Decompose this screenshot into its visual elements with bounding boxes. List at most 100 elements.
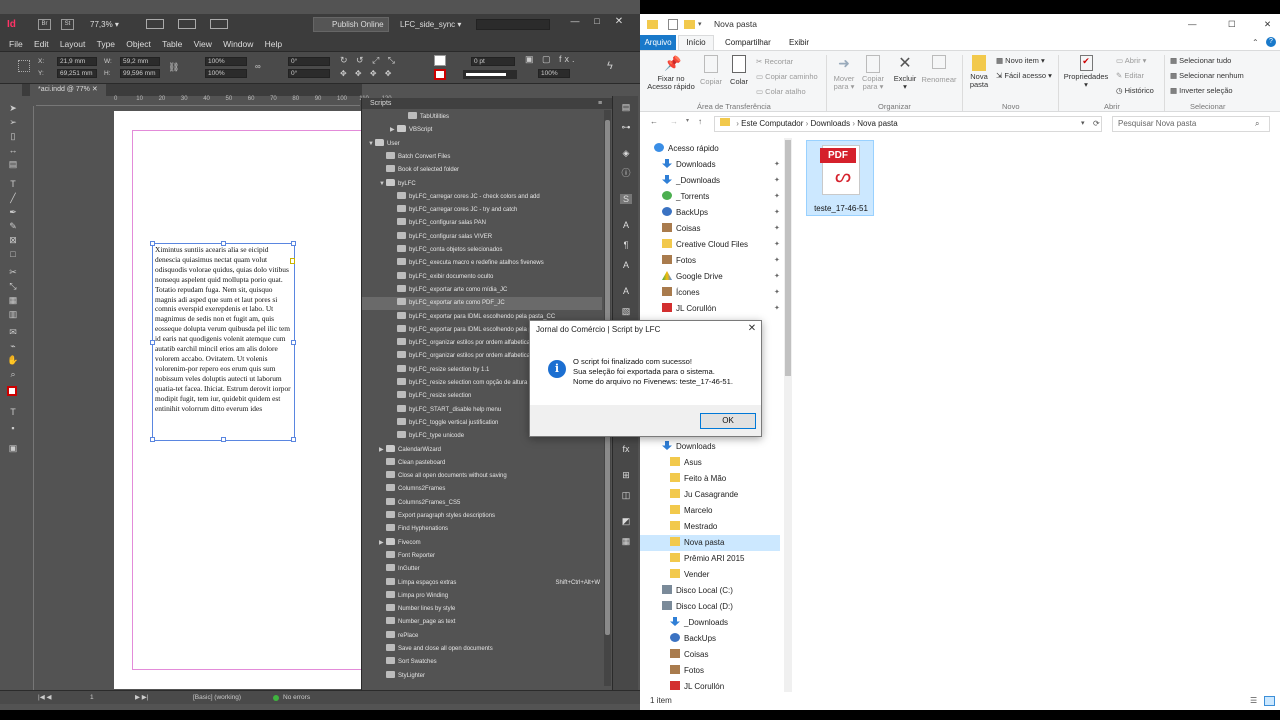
table-panel-icon[interactable]: ▦ bbox=[620, 536, 632, 546]
menu-layout[interactable]: Layout bbox=[60, 36, 86, 52]
script-folder-row[interactable]: ▶ Fivecom bbox=[362, 537, 602, 550]
character-panel-icon[interactable]: A bbox=[620, 220, 632, 230]
frame-handle[interactable] bbox=[221, 437, 226, 442]
screen-mode-tool-icon[interactable]: ▣ bbox=[7, 442, 19, 454]
close-button[interactable]: ✕ bbox=[612, 16, 626, 30]
script-row[interactable]: Columns2Frames bbox=[362, 483, 602, 496]
delete-button[interactable]: ✕ Excluir ▾ bbox=[891, 55, 919, 91]
script-row[interactable]: byLFC_exportar arte como PDF_JC bbox=[362, 297, 602, 311]
script-row[interactable]: byLFC_exportar arte como mídia_JC bbox=[362, 284, 602, 297]
script-row[interactable]: Save and close all open documents bbox=[362, 643, 602, 656]
content-collector-icon[interactable]: ▤ bbox=[7, 158, 19, 170]
ok-button[interactable]: OK bbox=[700, 413, 756, 429]
script-row[interactable]: byLFC_carregar cores JC - try and catch bbox=[362, 204, 602, 217]
scripts-panel-icon[interactable]: S bbox=[620, 194, 632, 204]
breadcrumb-downloads[interactable]: Downloads bbox=[811, 119, 851, 128]
recent-dropdown-icon[interactable]: ▾ bbox=[686, 117, 689, 124]
x-position-input[interactable]: 21,9 mm bbox=[57, 57, 97, 66]
script-row[interactable]: Font Reporter bbox=[362, 550, 602, 563]
object-styles-icon[interactable]: ◩ bbox=[620, 516, 632, 526]
pages-panel-icon[interactable]: ▤ bbox=[620, 102, 632, 112]
frame-handle[interactable] bbox=[150, 241, 155, 246]
script-row[interactable]: byLFC_configurar salas PAN bbox=[362, 217, 602, 230]
menu-table[interactable]: Table bbox=[162, 36, 182, 52]
script-row[interactable]: Limpa pro Winding bbox=[362, 590, 602, 603]
script-row[interactable]: Columns2Frames_CS5 bbox=[362, 497, 602, 510]
apply-color-icon[interactable]: ▪ bbox=[7, 422, 19, 434]
nav-item[interactable]: Ju Casagrande bbox=[640, 487, 780, 503]
rectangle-frame-tool-icon[interactable]: ⊠ bbox=[7, 234, 19, 246]
script-folder-row[interactable]: ▶ CalendarWizard bbox=[362, 444, 602, 457]
nav-item[interactable]: Disco Local (C:) bbox=[640, 583, 780, 599]
pencil-tool-icon[interactable]: ✎ bbox=[7, 220, 19, 232]
tab-exibir[interactable]: Exibir bbox=[789, 35, 809, 50]
selection-tool-icon[interactable]: ➤ bbox=[7, 102, 19, 114]
minimize-button[interactable]: — bbox=[568, 16, 582, 30]
nav-item[interactable]: Coisas bbox=[640, 647, 780, 663]
script-row[interactable]: byLFC_conta objetos selecionados bbox=[362, 244, 602, 257]
nav-item[interactable]: Google Drive ✦ bbox=[640, 269, 780, 285]
file-item[interactable]: PDF ᔕ teste_17-46-51 bbox=[806, 140, 874, 216]
menu-help[interactable]: Help bbox=[265, 36, 282, 52]
scripts-panel-title[interactable]: Scripts bbox=[370, 98, 391, 109]
navigation-scroll-thumb[interactable] bbox=[785, 140, 791, 376]
rectangle-tool-icon[interactable]: □ bbox=[7, 248, 19, 260]
nav-item[interactable]: Creative Cloud Files ✦ bbox=[640, 237, 780, 253]
nav-item[interactable]: Disco Local (D:) bbox=[640, 599, 780, 615]
fill-stroke-icon[interactable] bbox=[7, 386, 19, 398]
text-wrap-icon[interactable]: ▧ bbox=[620, 306, 632, 316]
menu-edit[interactable]: Edit bbox=[34, 36, 49, 52]
menu-view[interactable]: View bbox=[194, 36, 212, 52]
script-folder-row[interactable]: ▼ User bbox=[362, 138, 602, 151]
nav-item[interactable]: Acesso rápido bbox=[640, 141, 780, 157]
close-button[interactable]: ✕ bbox=[1264, 14, 1271, 35]
nav-item[interactable]: Prêmio ARI 2015 bbox=[640, 551, 780, 567]
rename-button[interactable]: Renomear bbox=[921, 55, 957, 84]
frame-handle[interactable] bbox=[291, 340, 296, 345]
script-row[interactable]: Book of selected folder bbox=[362, 164, 602, 177]
minimize-button[interactable]: — bbox=[1188, 14, 1197, 35]
rotation-input[interactable]: 0° bbox=[288, 57, 330, 66]
document-tab[interactable]: *aci.indd @ 77% ✕ bbox=[30, 84, 106, 96]
back-arrow-icon[interactable]: ← bbox=[650, 117, 658, 126]
help-search-input[interactable] bbox=[476, 19, 550, 30]
nav-item[interactable]: Marcelo bbox=[640, 503, 780, 519]
nav-item[interactable]: Nova pasta bbox=[640, 535, 780, 551]
preflight-status[interactable]: No errors bbox=[283, 691, 310, 705]
select-none-button[interactable]: ▦ Selecionar nenhum bbox=[1170, 71, 1244, 80]
line-tool-icon[interactable]: ╱ bbox=[7, 192, 19, 204]
bridge-button[interactable]: Br bbox=[38, 19, 51, 30]
move-to-button[interactable]: ➜ Mover para ▾ bbox=[830, 55, 858, 91]
panel-menu-icon[interactable]: ≡ bbox=[598, 98, 602, 109]
glyphs-panel-icon[interactable]: A bbox=[620, 286, 632, 296]
tab-inicio[interactable]: Início bbox=[678, 35, 714, 50]
gradient-swatch-tool-icon[interactable]: ▦ bbox=[7, 294, 19, 306]
select-all-button[interactable]: ▦ Selecionar tudo bbox=[1170, 56, 1231, 65]
layers-panel-icon[interactable]: ◈ bbox=[620, 148, 632, 158]
open-button[interactable]: ▭ Abrir ▾ bbox=[1116, 56, 1146, 65]
pen-tool-icon[interactable]: ✒ bbox=[7, 206, 19, 218]
disclosure-arrow-icon[interactable]: ▼ bbox=[379, 178, 386, 191]
pin-quick-access-button[interactable]: 📌 Fixar no Acesso rápido bbox=[644, 55, 698, 91]
tab-arquivo[interactable]: Arquivo bbox=[640, 35, 676, 50]
script-row[interactable]: Batch Convert Files bbox=[362, 151, 602, 164]
script-folder-row[interactable]: ▶ VBScript bbox=[362, 124, 602, 137]
forward-arrow-icon[interactable]: → bbox=[670, 117, 678, 126]
disclosure-arrow-icon[interactable]: ▶ bbox=[379, 537, 386, 550]
info-panel-icon[interactable]: ⓘ bbox=[620, 168, 632, 178]
breadcrumb-este-computador[interactable]: Este Computador bbox=[741, 119, 803, 128]
select-icons[interactable]: ✥ ✥ ✥ ✥ bbox=[340, 69, 394, 78]
nav-item[interactable]: JL Corullón ✦ bbox=[640, 301, 780, 317]
frame-handle[interactable] bbox=[150, 340, 155, 345]
nav-item[interactable]: Downloads ✦ bbox=[640, 157, 780, 173]
screen-mode-icon[interactable] bbox=[178, 19, 196, 29]
eyedropper-tool-icon[interactable]: ⌁ bbox=[7, 340, 19, 352]
address-history-dropdown[interactable]: ▾ bbox=[1081, 117, 1085, 131]
rotate-icons[interactable]: ↻ ↺ ⤢ ⤡ bbox=[340, 55, 398, 66]
width-input[interactable]: 59,2 mm bbox=[120, 57, 160, 66]
nav-item[interactable]: _Downloads ✦ bbox=[640, 173, 780, 189]
new-item-button[interactable]: ▦ Novo item ▾ bbox=[996, 56, 1045, 65]
menu-file[interactable]: File bbox=[9, 36, 23, 52]
page-number-field[interactable]: 1 bbox=[90, 691, 94, 705]
frame-fitting-icons[interactable]: ▣ ▢ fx. bbox=[525, 54, 578, 65]
